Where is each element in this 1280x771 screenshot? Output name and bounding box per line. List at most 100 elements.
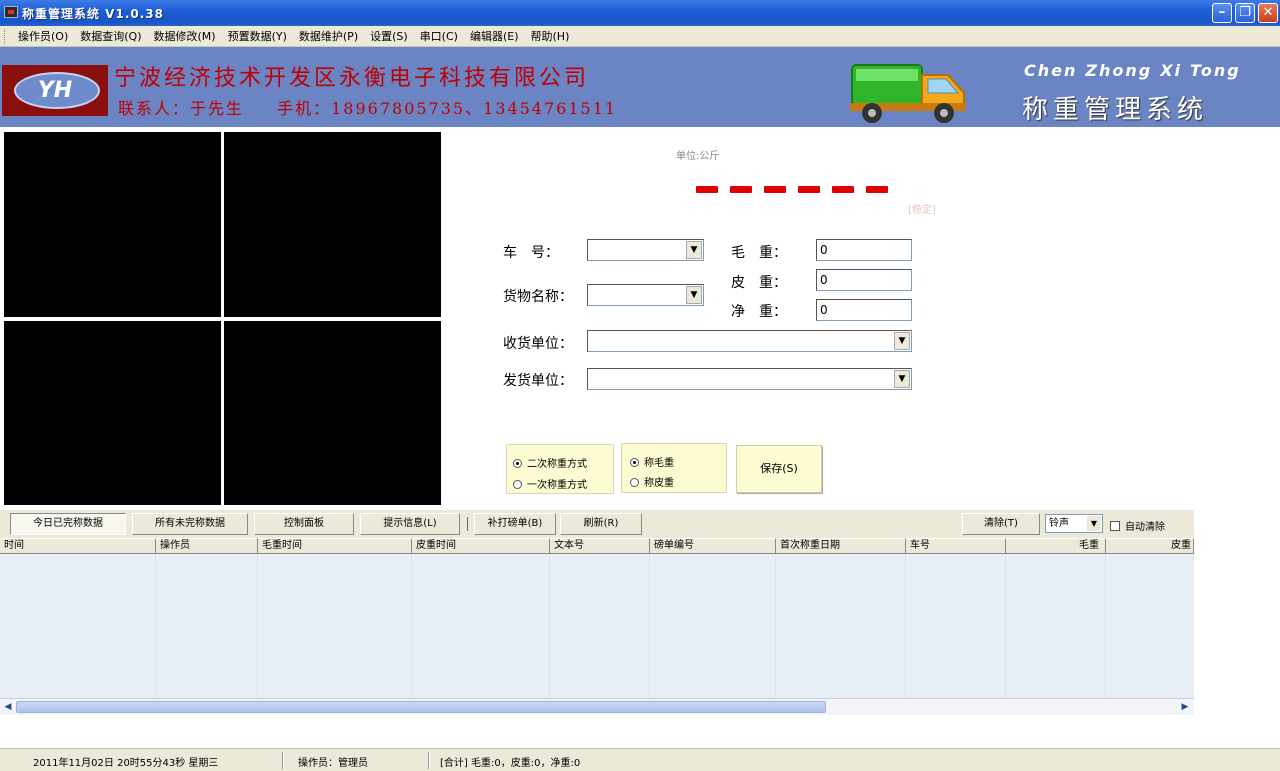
truck-icon [850, 64, 966, 123]
column-header[interactable]: 首次称重日期 [776, 538, 906, 554]
stable-indicator: [稳定] [908, 205, 936, 216]
reprint-button[interactable]: 补打磅单(B) [474, 513, 556, 535]
menu-query[interactable]: 数据查询(Q) [74, 26, 147, 47]
weight-digit [866, 186, 888, 193]
auto-clear-label: 自动清除 [1125, 522, 1165, 533]
net-label: 净 重： [731, 304, 787, 320]
minimize-icon[interactable]: – [1212, 3, 1232, 23]
contact-person: 联系人：于先生 [118, 99, 245, 118]
weigh-tare-radio[interactable]: 称皮重 [630, 474, 674, 489]
weight-digit [696, 186, 718, 193]
chevron-down-icon[interactable]: ▼ [686, 241, 702, 259]
status-operator: 操作员：管理员 [298, 758, 368, 769]
tab-unfinished[interactable]: 所有未完称数据 [132, 513, 248, 535]
menu-maintenance[interactable]: 数据维护(P) [293, 26, 364, 47]
tare-weight-field[interactable]: 0 [816, 269, 912, 291]
radio-selected-icon[interactable] [513, 459, 522, 468]
column-header[interactable]: 毛重时间 [258, 538, 412, 554]
control-panel-button[interactable]: 控制面板 [254, 513, 354, 535]
menu-serial-port[interactable]: 串口(C) [414, 26, 464, 47]
logo-text: YH [37, 78, 73, 103]
menu-editor[interactable]: 编辑器(E) [464, 26, 525, 47]
restore-icon[interactable]: ❐ [1235, 3, 1255, 23]
horizontal-scrollbar[interactable]: ◀ ▶ [0, 698, 1194, 715]
clear-button[interactable]: 清除(T) [962, 513, 1040, 535]
toolbar-separator [467, 517, 468, 531]
records-table[interactable]: 时间 操作员 毛重时间 皮重时间 文本号 磅单编号 首次称重日期 车号 毛重 皮… [0, 538, 1194, 698]
scroll-right-icon[interactable]: ▶ [1178, 700, 1192, 714]
grid-column [776, 554, 906, 698]
plate-combo[interactable]: ▼ [587, 239, 704, 261]
mode-two-radio[interactable]: 二次称重方式 [513, 455, 587, 470]
menu-settings[interactable]: 设置(S) [364, 26, 414, 47]
system-name-pinyin: Chen Zhong Xi Tong [1024, 61, 1249, 80]
save-button[interactable]: 保存(S) [736, 445, 822, 493]
records-toolbar: 今日已完称数据 所有未完称数据 控制面板 提示信息(L) 补打磅单(B) 刷新(… [0, 510, 1194, 538]
mode-one-radio[interactable]: 一次称重方式 [513, 476, 587, 491]
status-separator [428, 752, 430, 769]
notice-button[interactable]: 提示信息(L) [360, 513, 460, 535]
goods-combo[interactable]: ▼ [587, 284, 704, 306]
menu-modify[interactable]: 数据修改(M) [148, 26, 222, 47]
plate-label: 车 号： [503, 245, 559, 261]
grid-column [550, 554, 650, 698]
mode-one-label: 一次称重方式 [527, 480, 587, 491]
weigh-gross-radio[interactable]: 称毛重 [630, 454, 674, 469]
column-header[interactable]: 皮重时间 [412, 538, 550, 554]
checkbox-icon[interactable] [1110, 521, 1120, 531]
shipper-combo[interactable]: ▼ [587, 368, 912, 390]
chevron-down-icon[interactable]: ▼ [894, 370, 910, 388]
refresh-button[interactable]: 刷新(R) [560, 513, 642, 535]
radio-selected-icon[interactable] [630, 458, 639, 467]
contact-phone: 手机：18967805735、13454761511 [277, 99, 618, 118]
column-header[interactable]: 毛重 [1006, 538, 1106, 554]
receiver-label: 收货单位： [503, 336, 573, 352]
chevron-down-icon[interactable]: ▼ [894, 332, 910, 350]
radio-icon[interactable] [630, 478, 639, 487]
weight-unit: 单位:公斤 [676, 151, 720, 162]
close-icon[interactable]: ✕ [1258, 3, 1278, 23]
column-header[interactable]: 操作员 [156, 538, 258, 554]
auto-clear-checkbox[interactable]: 自动清除 [1110, 518, 1165, 533]
grid-column [650, 554, 776, 698]
status-datetime: 2011年11月02日 20时55分43秒 星期三 [33, 758, 219, 769]
column-header[interactable]: 磅单编号 [650, 538, 776, 554]
weight-digit [798, 186, 820, 193]
scrollbar-thumb[interactable] [16, 701, 826, 713]
menu-preset[interactable]: 预置数据(Y) [222, 26, 293, 47]
column-header[interactable]: 文本号 [550, 538, 650, 554]
chevron-down-icon[interactable]: ▼ [686, 286, 702, 304]
company-name: 宁波经济技术开发区永衡电子科技有限公司 [114, 66, 590, 91]
sound-select[interactable]: 铃声 ▼ [1045, 514, 1103, 533]
radio-icon[interactable] [513, 480, 522, 489]
camera-view-3 [4, 321, 221, 505]
goods-label: 货物名称： [503, 289, 573, 305]
pinyin-word: Xi [1160, 61, 1183, 80]
contact-info: 联系人：于先生 手机：18967805735、13454761511 [118, 95, 643, 119]
gross-label: 毛 重： [731, 245, 787, 261]
company-banner: YH 宁波经济技术开发区永衡电子科技有限公司 联系人：于先生 手机：189678… [0, 47, 1280, 127]
camera-view-4 [224, 321, 441, 505]
scroll-left-icon[interactable]: ◀ [1, 700, 15, 714]
status-bar: 2011年11月02日 20时55分43秒 星期三 操作员：管理员 [合计] 毛… [0, 748, 1280, 771]
tare-label: 皮 重： [731, 275, 787, 291]
chevron-down-icon[interactable]: ▼ [1087, 516, 1101, 531]
app-icon [4, 6, 18, 18]
column-header[interactable]: 车号 [906, 538, 1006, 554]
pinyin-word: Chen [1024, 61, 1078, 80]
weighing-app-window: 称重管理系统 V1.0.38 – ❐ ✕ 操作员(O) 数据查询(Q) 数据修改… [0, 0, 1280, 771]
weigh-tare-label: 称皮重 [644, 478, 674, 489]
tab-today-completed[interactable]: 今日已完称数据 [10, 513, 126, 535]
gross-weight-field[interactable]: 0 [816, 239, 912, 261]
receiver-combo[interactable]: ▼ [587, 330, 912, 352]
menu-help[interactable]: 帮助(H) [525, 26, 576, 47]
column-header[interactable]: 皮重 [1106, 538, 1194, 554]
column-header[interactable]: 时间 [0, 538, 156, 554]
window-title: 称重管理系统 V1.0.38 [22, 7, 164, 21]
grid-column [258, 554, 412, 698]
company-logo: YH [2, 65, 108, 116]
net-weight-field[interactable]: 0 [816, 299, 912, 321]
camera-view-1 [4, 132, 221, 317]
menu-operator[interactable]: 操作员(O) [12, 26, 74, 47]
menu-bar: 操作员(O) 数据查询(Q) 数据修改(M) 预置数据(Y) 数据维护(P) 设… [0, 26, 1280, 47]
